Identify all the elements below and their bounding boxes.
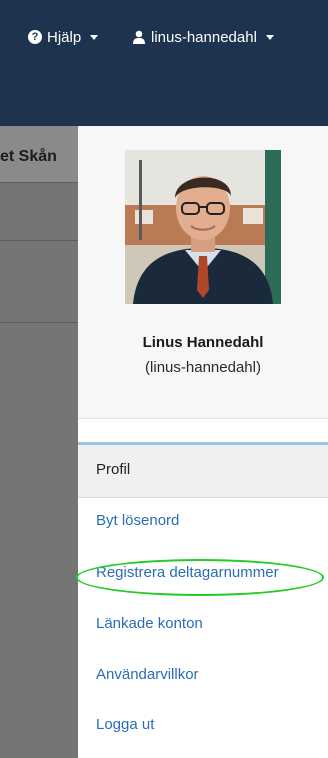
profile-username: (linus-hannedahl) [145,359,261,376]
avatar [125,150,281,304]
menu-item-registrera-deltagarnummer[interactable]: Registrera deltagarnummer [96,564,279,586]
menu-item-anvandarvillkor[interactable]: Användarvillkor [96,666,199,688]
caret-down-icon [90,34,99,40]
menu-item-profil[interactable]: Profil [96,461,130,483]
user-dropdown-panel: Linus Hannedahl (linus-hannedahl) Profil… [76,126,328,758]
background-divider [0,322,80,323]
background-page-title: et Skån [0,148,57,165]
help-menu[interactable]: ? Hjälp [28,26,99,48]
user-menu[interactable]: linus-hannedahl [132,26,274,48]
profile-photo [125,150,281,304]
profile-card: Linus Hannedahl (linus-hannedahl) [78,126,328,419]
user-menu-label: linus-hannedahl [151,28,257,46]
background-divider [0,240,80,241]
help-menu-label: Hjälp [47,28,82,46]
help-icon: ? [28,30,42,44]
caret-down-icon [265,34,274,40]
menu-item-byt-losenord[interactable]: Byt lösenord [96,512,179,534]
background-page [0,126,80,758]
profile-display-name: Linus Hannedahl [142,334,264,351]
top-navbar: ? Hjälp linus-hannedahl [0,0,328,126]
menu-item-logga-ut[interactable]: Logga ut [96,716,154,738]
menu-item-lankade-konton[interactable]: Länkade konton [96,615,203,637]
user-icon [133,30,145,44]
